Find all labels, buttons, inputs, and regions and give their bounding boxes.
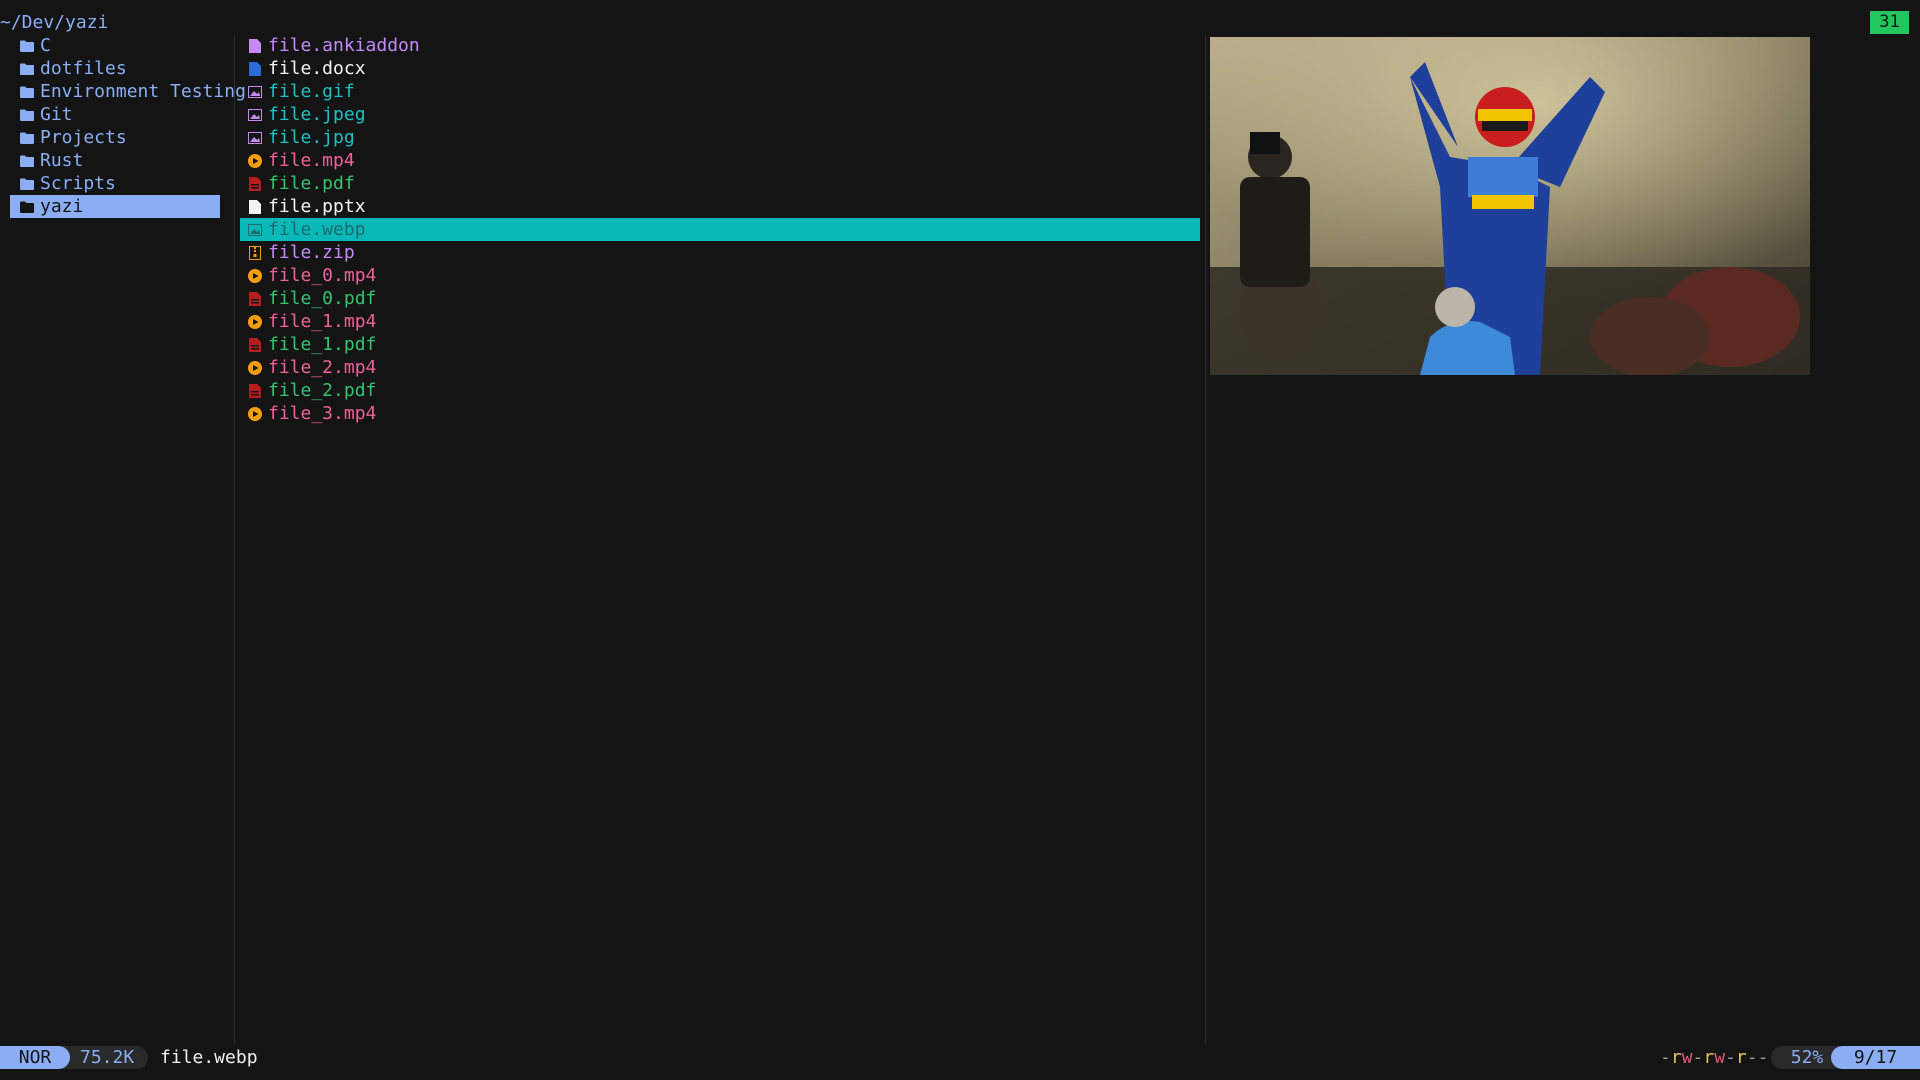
file-name: file_0.pdf [268, 288, 377, 309]
folder-icon [20, 62, 34, 76]
file-name: file.zip [268, 242, 355, 263]
folder-icon [20, 85, 34, 99]
dir-name: C [40, 35, 51, 56]
dir-name: Environment Testing [40, 81, 246, 102]
status-filename: file.webp [160, 1047, 258, 1068]
pdf-icon [248, 337, 262, 352]
image-icon [248, 131, 262, 145]
folder-icon [20, 39, 34, 53]
file-name: file.docx [268, 58, 366, 79]
file-name: file_2.pdf [268, 380, 377, 401]
file-item[interactable]: file_1.pdf [240, 333, 1200, 356]
image-preview [1210, 37, 1810, 375]
folder-icon [20, 108, 34, 122]
file-permissions: -rw-rw-r-- [1660, 1047, 1769, 1068]
document-icon [248, 199, 262, 214]
dir-name: Rust [40, 150, 84, 171]
pdf-icon [248, 176, 262, 191]
preview-pane [1210, 34, 1910, 1044]
video-icon [248, 268, 262, 283]
parent-dir-item-selected[interactable]: yazi [10, 195, 220, 218]
mode-indicator: NOR [0, 1046, 70, 1069]
parent-dir-item[interactable]: Scripts [0, 172, 234, 195]
file-item[interactable]: file.pdf [240, 172, 1200, 195]
file-name: file.pptx [268, 196, 366, 217]
file-item[interactable]: file.mp4 [240, 149, 1200, 172]
pane-divider [234, 34, 235, 1044]
dir-name: Projects [40, 127, 127, 148]
file-name: file.pdf [268, 173, 355, 194]
file-name: file_2.mp4 [268, 357, 377, 378]
folder-icon [20, 177, 34, 191]
file-name: file.gif [268, 81, 355, 102]
video-icon [248, 153, 262, 168]
parent-dir-item[interactable]: Projects [0, 126, 234, 149]
image-icon [248, 108, 262, 122]
tab-count-badge[interactable]: 31 [1870, 11, 1909, 34]
file-name: file_3.mp4 [268, 403, 377, 424]
document-icon [248, 38, 262, 53]
word-document-icon [248, 61, 262, 76]
current-directory-pane: file.ankiaddon file.docx file.gif file.j… [240, 34, 1200, 1044]
file-name: file.jpg [268, 127, 355, 148]
file-item[interactable]: file_1.mp4 [240, 310, 1200, 333]
current-path: ~/Dev/yazi [0, 12, 109, 33]
dir-name: Git [40, 104, 73, 125]
parent-dir-item[interactable]: dotfiles [0, 57, 234, 80]
image-icon [248, 223, 262, 237]
file-name: file_0.mp4 [268, 265, 377, 286]
file-name: file.webp [268, 219, 366, 240]
video-icon [248, 360, 262, 375]
parent-directory-pane: C dotfiles Environment Testing Git Proje… [0, 34, 246, 1044]
file-item[interactable]: file_3.mp4 [240, 402, 1200, 425]
status-bar: 75.2K NOR file.webp -rw-rw-r-- 52% 9/17 [0, 1046, 1920, 1069]
dir-name: yazi [40, 196, 84, 217]
file-name: file.jpeg [268, 104, 366, 125]
folder-icon [20, 200, 34, 214]
pdf-icon [248, 383, 262, 398]
header-bar: ~/Dev/yazi 31 [0, 0, 1920, 34]
pane-divider [1205, 34, 1206, 1044]
file-item[interactable]: file_0.mp4 [240, 264, 1200, 287]
folder-icon [20, 154, 34, 168]
video-icon [248, 406, 262, 421]
image-icon [248, 85, 262, 99]
parent-dir-item[interactable]: Environment Testing [0, 80, 246, 103]
file-item[interactable]: file_2.mp4 [240, 356, 1200, 379]
parent-dir-item[interactable]: Rust [0, 149, 234, 172]
file-item[interactable]: file_0.pdf [240, 287, 1200, 310]
file-item[interactable]: file.ankiaddon [240, 34, 1200, 57]
pdf-icon [248, 291, 262, 306]
file-item[interactable]: file.pptx [240, 195, 1200, 218]
parent-dir-item[interactable]: C [0, 34, 234, 57]
dir-name: Scripts [40, 173, 116, 194]
file-item[interactable]: file.docx [240, 57, 1200, 80]
archive-icon [248, 245, 262, 260]
file-name: file.ankiaddon [268, 35, 420, 56]
file-name: file_1.pdf [268, 334, 377, 355]
file-size: 75.2K [62, 1046, 148, 1069]
file-item[interactable]: file.gif [240, 80, 1200, 103]
file-name: file.mp4 [268, 150, 355, 171]
video-icon [248, 314, 262, 329]
folder-icon [20, 131, 34, 145]
dir-name: dotfiles [40, 58, 127, 79]
file-item-hovered[interactable]: file.webp [240, 218, 1200, 241]
file-name: file_1.mp4 [268, 311, 377, 332]
parent-dir-item[interactable]: Git [0, 103, 234, 126]
file-item[interactable]: file.jpeg [240, 103, 1200, 126]
file-item[interactable]: file_2.pdf [240, 379, 1200, 402]
cursor-position: 9/17 [1831, 1046, 1920, 1069]
file-item[interactable]: file.zip [240, 241, 1200, 264]
file-item[interactable]: file.jpg [240, 126, 1200, 149]
